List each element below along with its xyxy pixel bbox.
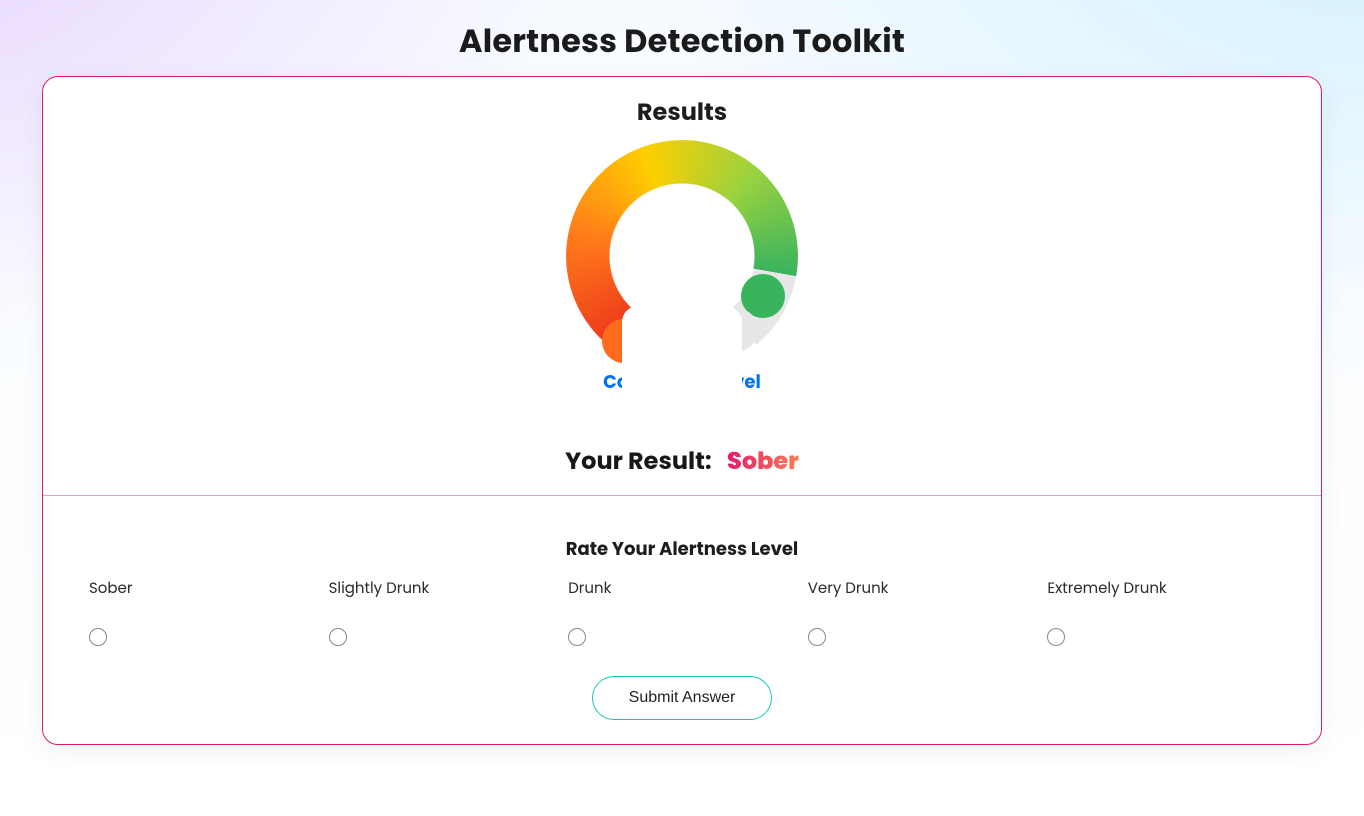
rating-option-label: Drunk xyxy=(568,577,796,600)
radio-icon[interactable] xyxy=(808,628,826,646)
rating-option-drunk[interactable]: Drunk xyxy=(562,571,802,646)
page-title: Alertness Detection Toolkit xyxy=(0,18,1364,66)
separator xyxy=(43,495,1321,496)
radio-icon[interactable] xyxy=(329,628,347,646)
rating-option-extremely-drunk[interactable]: Extremely Drunk xyxy=(1041,571,1281,646)
rating-option-label: Very Drunk xyxy=(808,577,1036,600)
radio-icon[interactable] xyxy=(1047,628,1065,646)
results-title: Results xyxy=(59,95,1305,130)
rating-title: Rate Your Alertness Level xyxy=(59,536,1305,563)
result-line: Your Result: Sober xyxy=(59,444,1305,479)
radio-icon[interactable] xyxy=(568,628,586,646)
rating-option-label: Sober xyxy=(89,577,317,600)
submit-button[interactable]: Submit Answer xyxy=(592,676,773,720)
rating-option-slightly-drunk[interactable]: Slightly Drunk xyxy=(323,571,563,646)
rating-options: Sober Slightly Drunk Drunk Very Drunk Ex… xyxy=(59,571,1305,646)
gauge-icon xyxy=(566,140,798,372)
radio-icon[interactable] xyxy=(89,628,107,646)
rating-option-label: Extremely Drunk xyxy=(1047,577,1275,600)
results-card: Results 90% Confidence Level Your Result… xyxy=(42,76,1322,745)
rating-option-label: Slightly Drunk xyxy=(329,577,557,600)
confidence-gauge: 90% Confidence Level xyxy=(59,140,1305,396)
result-label: Your Result: xyxy=(565,445,712,478)
rating-option-very-drunk[interactable]: Very Drunk xyxy=(802,571,1042,646)
rating-option-sober[interactable]: Sober xyxy=(83,571,323,646)
result-value: Sober xyxy=(727,445,799,478)
